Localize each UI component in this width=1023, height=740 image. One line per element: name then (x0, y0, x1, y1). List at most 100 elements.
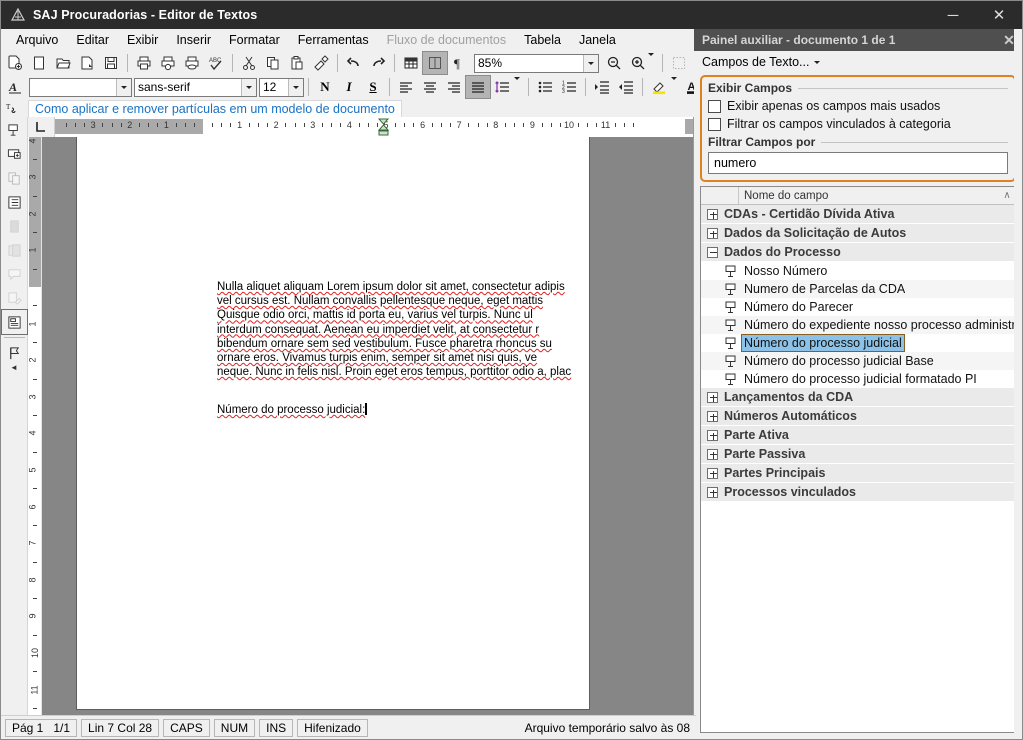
zoom-out-icon[interactable] (602, 52, 626, 74)
print-icon[interactable] (132, 52, 156, 74)
chevron-down-icon[interactable] (288, 79, 303, 96)
chevron-down-icon[interactable] (814, 61, 820, 64)
close-button[interactable]: ✕ (976, 1, 1022, 29)
text-field-icon[interactable] (2, 118, 27, 142)
tree-field-row[interactable]: Número do processo judicial Base (701, 352, 1015, 370)
page-columns-icon[interactable] (423, 52, 447, 74)
bullet-list-icon[interactable] (533, 76, 557, 98)
flag-icon[interactable] (2, 341, 27, 365)
document-paragraph-2[interactable]: Número do processo judicial: (217, 403, 587, 417)
numbered-list-icon[interactable]: 123 (557, 76, 581, 98)
document-paragraph-1[interactable]: Nulla aliquet aliquam Lorem ipsum dolor … (217, 280, 587, 379)
underline-button[interactable]: S (361, 76, 385, 98)
checkbox-vinculados-categoria[interactable] (708, 118, 721, 131)
tree-category-row[interactable]: Partes Principais (701, 464, 1015, 483)
tree-column-header[interactable]: Nome do campo ∧ (701, 187, 1015, 205)
menu-janela[interactable]: Janela (570, 31, 625, 49)
cut-icon[interactable] (237, 52, 261, 74)
filter-campos-input[interactable]: numero (708, 152, 1008, 174)
expand-icon[interactable] (707, 449, 718, 460)
minimize-button[interactable]: ─ (930, 1, 976, 29)
tree-field-row[interactable]: Nosso Número (701, 262, 1015, 280)
format-painter-icon[interactable] (309, 52, 333, 74)
tree-category-row[interactable]: CDAs - Certidão Dívida Ativa (701, 205, 1015, 224)
zoom-in-icon[interactable] (626, 52, 650, 74)
align-left-icon[interactable] (394, 76, 418, 98)
font-size-combo[interactable]: 12 (259, 78, 304, 97)
expand-icon[interactable] (707, 228, 718, 239)
print-preview-icon[interactable] (156, 52, 180, 74)
tree-category-row[interactable]: Dados da Solicitação de Autos (701, 224, 1015, 243)
expand-icon[interactable] (707, 468, 718, 479)
save-as-icon[interactable] (75, 52, 99, 74)
rail-overflow-icon[interactable]: ◄ (10, 363, 18, 372)
zoom-combo[interactable]: 85% (474, 54, 599, 73)
tree-category-row[interactable]: Dados do Processo (701, 243, 1015, 262)
checkbox-row-vinculados-categoria[interactable]: Filtrar os campos vinculados à categoria (708, 117, 1008, 131)
spellcheck-icon[interactable]: ABC (204, 52, 228, 74)
paste-icon[interactable] (285, 52, 309, 74)
font-color-dialog-icon[interactable]: A (3, 76, 27, 98)
paragraph-marks-icon[interactable]: ¶ (447, 52, 471, 74)
menu-ferramentas[interactable]: Ferramentas (289, 31, 378, 49)
font-family-combo[interactable]: sans-serif (134, 78, 257, 97)
document-page[interactable]: Nulla aliquet aliquam Lorem ipsum dolor … (77, 137, 589, 709)
tree-category-row[interactable]: Parte Ativa (701, 426, 1015, 445)
new-document-icon[interactable] (3, 52, 27, 74)
menu-inserir[interactable]: Inserir (167, 31, 220, 49)
expand-icon[interactable] (707, 430, 718, 441)
expand-icon[interactable] (707, 487, 718, 498)
italic-button[interactable]: I (337, 76, 361, 98)
panel-combo-row[interactable]: Campos de Texto... (694, 51, 1022, 73)
panel-scrollbar[interactable] (1014, 29, 1022, 739)
ruler-corner-button[interactable] (28, 117, 55, 137)
blank-page-icon[interactable] (27, 52, 51, 74)
expand-icon[interactable] (707, 392, 718, 403)
print-block-icon[interactable] (2, 310, 27, 334)
tree-category-row[interactable]: Números Automáticos (701, 407, 1015, 426)
print-setup-icon[interactable] (180, 52, 204, 74)
expand-icon[interactable] (707, 411, 718, 422)
fields-tree[interactable]: CDAs - Certidão Dívida AtivaDados da Sol… (701, 205, 1015, 732)
menu-editar[interactable]: Editar (67, 31, 118, 49)
tree-field-row[interactable]: Número do processo judicial formatado PI (701, 370, 1015, 388)
page-canvas[interactable]: Nulla aliquet aliquam Lorem ipsum dolor … (42, 137, 693, 739)
redo-icon[interactable] (366, 52, 390, 74)
align-justify-icon[interactable] (466, 76, 490, 98)
indent-marker-icon[interactable] (377, 117, 390, 137)
undo-icon[interactable] (342, 52, 366, 74)
copy-icon[interactable] (261, 52, 285, 74)
chevron-down-icon[interactable] (116, 79, 131, 96)
checkbox-campos-mais-usados[interactable] (708, 100, 721, 113)
horizontal-ruler[interactable]: 3211234567891011 (55, 117, 693, 137)
collapse-icon[interactable] (707, 247, 718, 258)
vertical-ruler[interactable]: 4321123456789101112 (28, 137, 42, 739)
list-fields-icon[interactable] (2, 190, 27, 214)
menu-tabela[interactable]: Tabela (515, 31, 570, 49)
text-particle-icon[interactable]: T (1, 99, 25, 119)
tree-field-row[interactable]: Número do Parecer (701, 298, 1015, 316)
expand-icon[interactable] (707, 209, 718, 220)
increase-indent-icon[interactable] (590, 76, 614, 98)
tree-field-row[interactable]: Número do processo judicial (701, 334, 1015, 352)
chevron-down-icon[interactable] (241, 79, 256, 96)
align-center-icon[interactable] (418, 76, 442, 98)
align-right-icon[interactable] (442, 76, 466, 98)
decrease-indent-icon[interactable] (614, 76, 638, 98)
chevron-down-icon[interactable] (583, 55, 598, 72)
zoom-dropdown-arrow-icon[interactable] (648, 56, 654, 70)
insert-text-field-icon[interactable] (2, 142, 27, 166)
checkbox-row-campos-mais-usados[interactable]: Exibir apenas os campos mais usados (708, 99, 1008, 113)
menu-formatar[interactable]: Formatar (220, 31, 289, 49)
tree-category-row[interactable]: Lançamentos da CDA (701, 388, 1015, 407)
menu-exibir[interactable]: Exibir (118, 31, 167, 49)
help-link[interactable]: Como aplicar e remover partículas em um … (28, 100, 402, 118)
bold-button[interactable]: N (313, 76, 337, 98)
style-combo[interactable] (29, 78, 132, 97)
table-icon[interactable] (399, 52, 423, 74)
sort-ascending-icon[interactable]: ∧ (999, 190, 1015, 201)
highlight-color-icon[interactable] (647, 76, 671, 98)
highlight-dropdown-icon[interactable] (671, 80, 677, 94)
menu-arquivo[interactable]: Arquivo (7, 31, 67, 49)
open-folder-icon[interactable] (51, 52, 75, 74)
